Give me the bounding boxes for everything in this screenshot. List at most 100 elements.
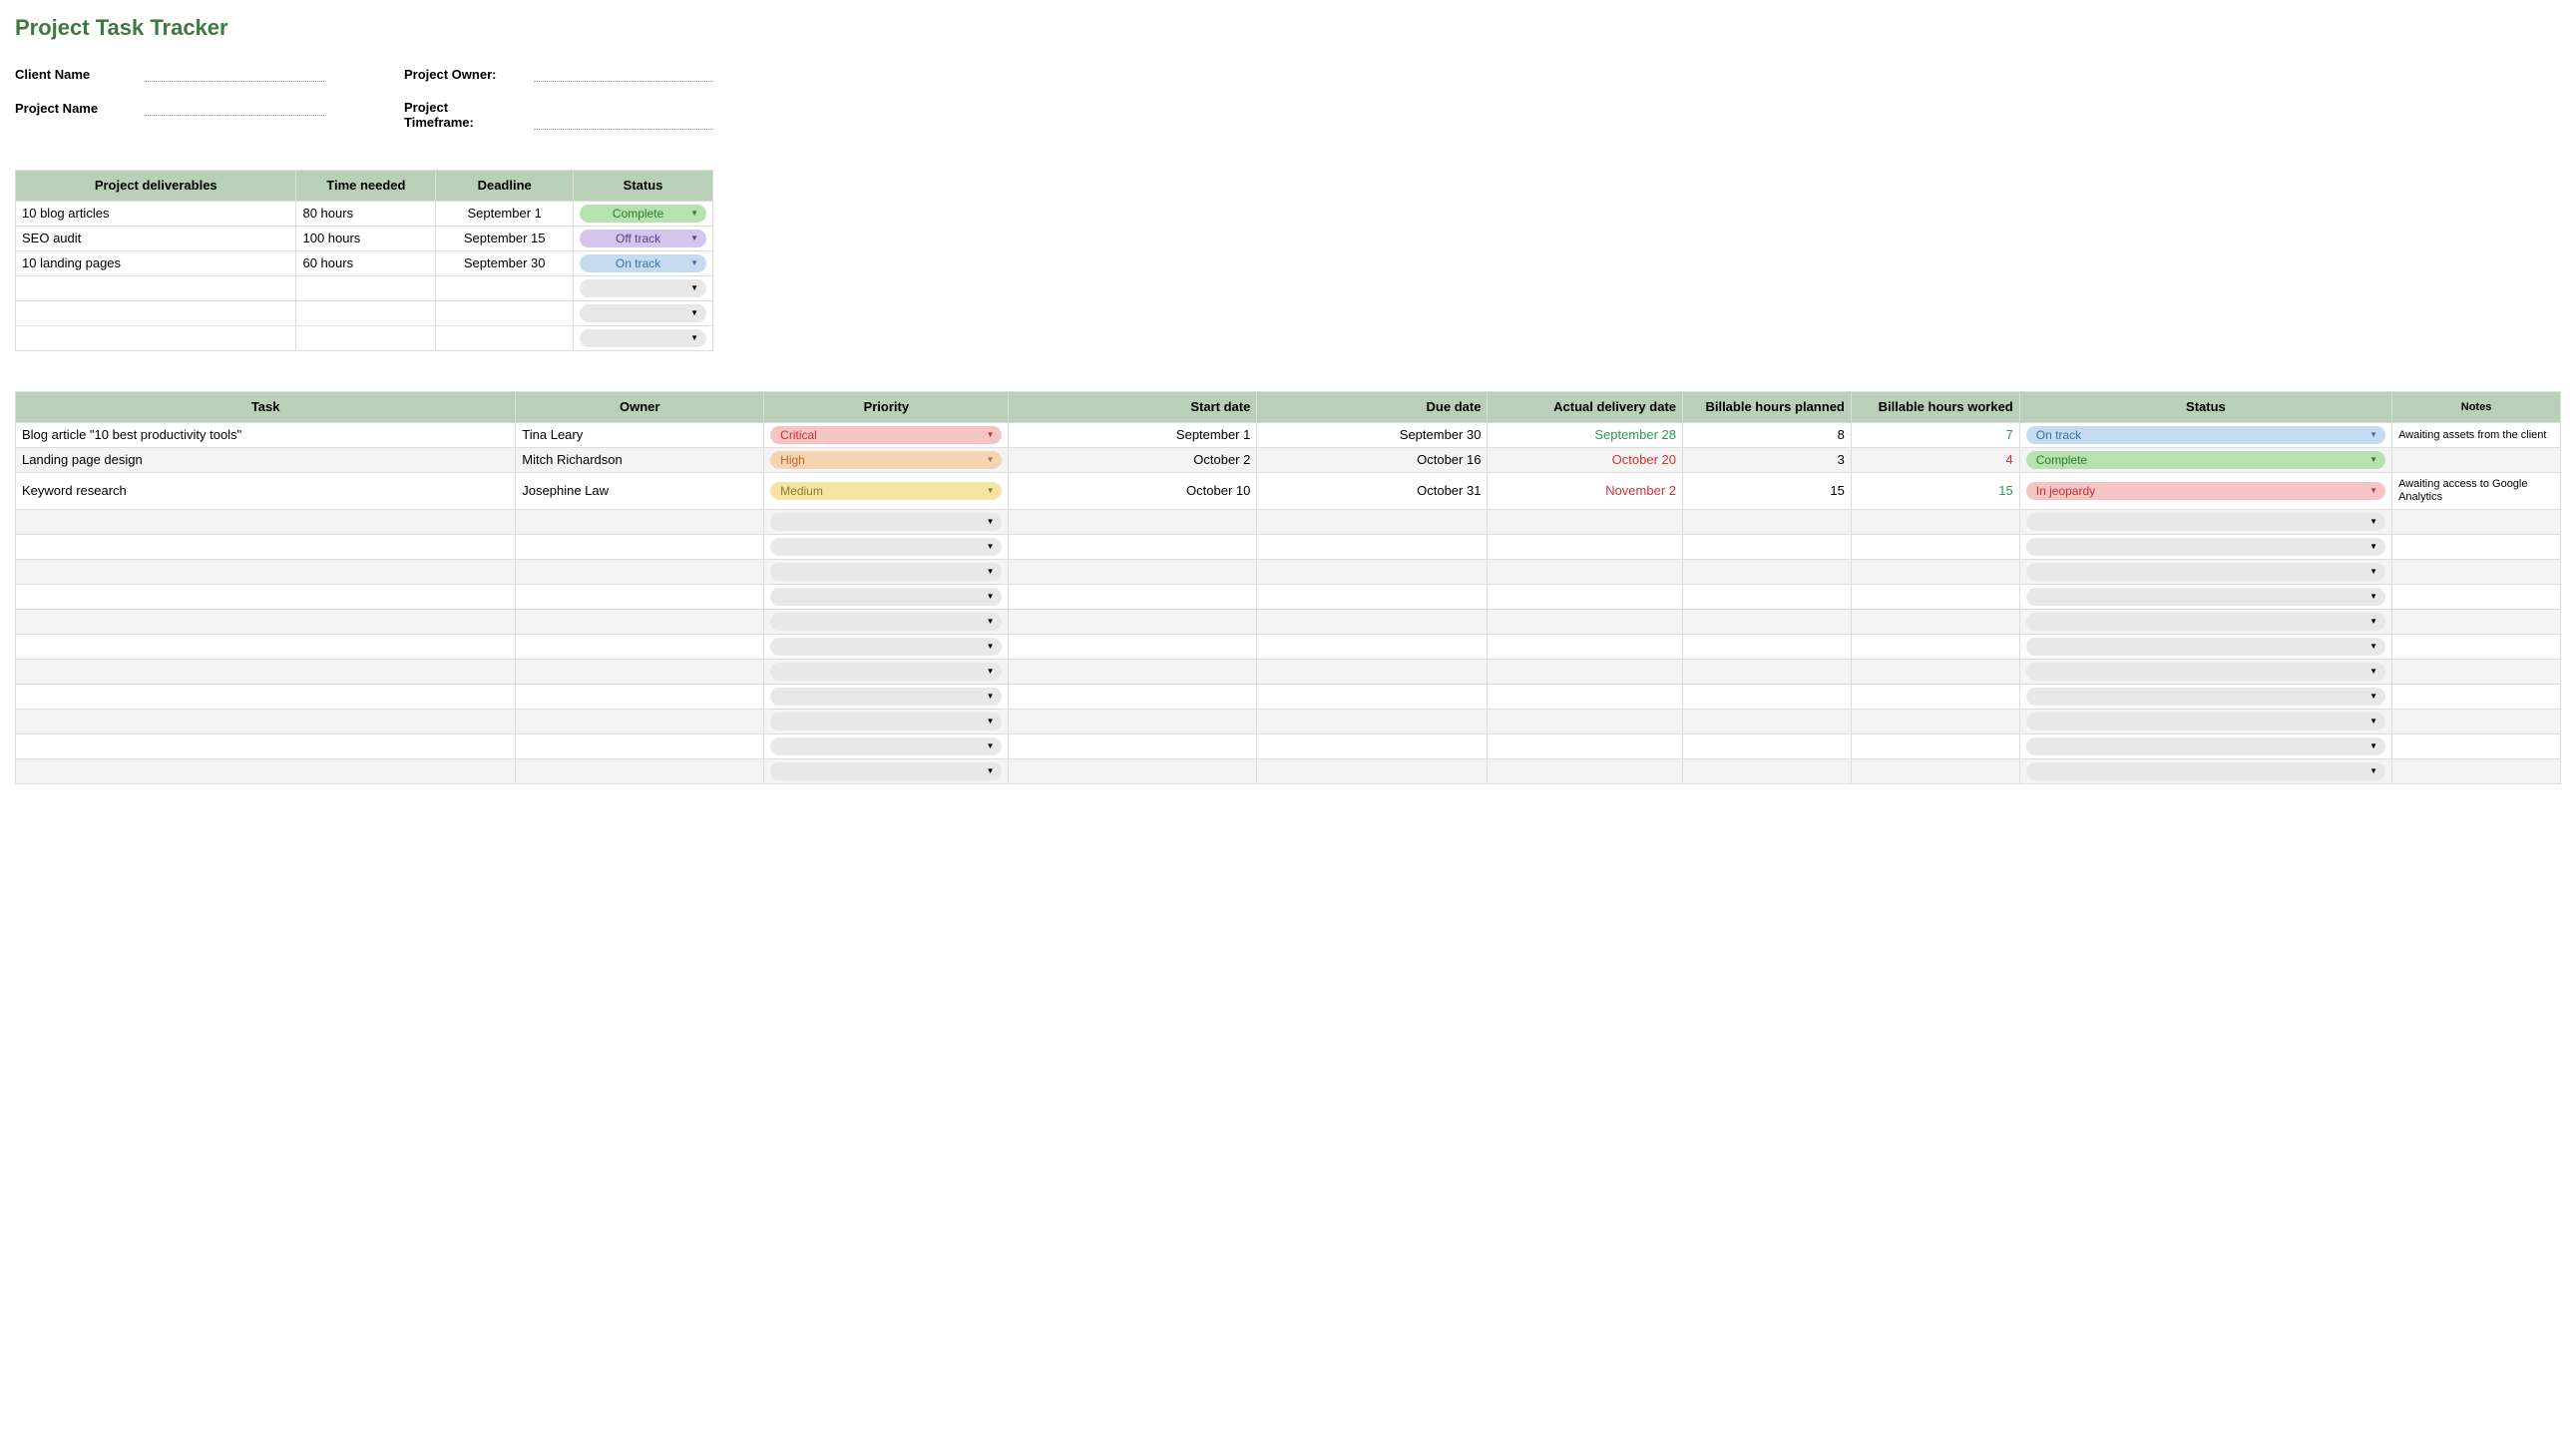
task-status-dropdown[interactable]: ▼	[2026, 737, 2385, 755]
cell-worked[interactable]	[1851, 734, 2019, 759]
cell-due[interactable]: October 16	[1257, 448, 1488, 473]
cell-actual[interactable]	[1488, 510, 1683, 535]
cell-owner[interactable]	[516, 610, 764, 635]
cell-actual[interactable]	[1488, 635, 1683, 660]
project-timeframe-input[interactable]	[534, 114, 713, 130]
cell-owner[interactable]	[516, 510, 764, 535]
cell-due[interactable]	[1257, 660, 1488, 685]
cell-due[interactable]	[1257, 734, 1488, 759]
cell-worked[interactable]	[1851, 535, 2019, 560]
cell-planned[interactable]: 8	[1683, 423, 1852, 448]
cell-due[interactable]	[1257, 710, 1488, 734]
cell-worked[interactable]	[1851, 610, 2019, 635]
cell-start[interactable]	[1009, 585, 1257, 610]
cell-worked[interactable]	[1851, 560, 2019, 585]
cell-notes[interactable]	[2392, 535, 2561, 560]
cell-planned[interactable]	[1683, 710, 1852, 734]
task-status-dropdown[interactable]: ▼	[2026, 613, 2385, 631]
cell-owner[interactable]	[516, 635, 764, 660]
task-status-dropdown[interactable]: Complete ▼	[2026, 451, 2385, 469]
priority-dropdown[interactable]: ▼	[770, 513, 1002, 531]
cell-actual[interactable]: September 28	[1488, 423, 1683, 448]
cell-time[interactable]: 100 hours	[296, 227, 436, 251]
cell-worked[interactable]	[1851, 635, 2019, 660]
cell-deliverable[interactable]: 10 landing pages	[16, 251, 296, 276]
priority-dropdown[interactable]: ▼	[770, 737, 1002, 755]
task-status-dropdown[interactable]: In jeopardy ▼	[2026, 482, 2385, 500]
cell-task[interactable]	[16, 585, 516, 610]
cell-time[interactable]: 60 hours	[296, 251, 436, 276]
task-status-dropdown[interactable]: ▼	[2026, 538, 2385, 556]
cell-time[interactable]: 80 hours	[296, 202, 436, 227]
cell-deliverable[interactable]: SEO audit	[16, 227, 296, 251]
status-dropdown[interactable]: Complete ▼	[580, 205, 706, 223]
cell-notes[interactable]	[2392, 585, 2561, 610]
task-status-dropdown[interactable]: ▼	[2026, 513, 2385, 531]
cell-time[interactable]	[296, 326, 436, 351]
project-owner-input[interactable]	[534, 66, 713, 82]
cell-planned[interactable]	[1683, 510, 1852, 535]
cell-owner[interactable]	[516, 535, 764, 560]
cell-worked[interactable]: 15	[1851, 473, 2019, 510]
cell-notes[interactable]: Awaiting access to Google Analytics	[2392, 473, 2561, 510]
task-status-dropdown[interactable]: ▼	[2026, 688, 2385, 706]
task-status-dropdown[interactable]: ▼	[2026, 563, 2385, 581]
cell-owner[interactable]	[516, 560, 764, 585]
cell-notes[interactable]	[2392, 635, 2561, 660]
cell-start[interactable]	[1009, 759, 1257, 784]
cell-start[interactable]	[1009, 560, 1257, 585]
cell-planned[interactable]	[1683, 685, 1852, 710]
cell-task[interactable]: Blog article "10 best productivity tools…	[16, 423, 516, 448]
cell-time[interactable]	[296, 276, 436, 301]
cell-planned[interactable]	[1683, 660, 1852, 685]
cell-worked[interactable]	[1851, 685, 2019, 710]
cell-owner[interactable]	[516, 759, 764, 784]
cell-notes[interactable]	[2392, 510, 2561, 535]
cell-worked[interactable]	[1851, 660, 2019, 685]
cell-planned[interactable]	[1683, 560, 1852, 585]
cell-start[interactable]	[1009, 610, 1257, 635]
cell-worked[interactable]	[1851, 759, 2019, 784]
cell-notes[interactable]	[2392, 759, 2561, 784]
cell-due[interactable]	[1257, 759, 1488, 784]
cell-start[interactable]	[1009, 710, 1257, 734]
cell-task[interactable]	[16, 734, 516, 759]
cell-owner[interactable]	[516, 660, 764, 685]
cell-task[interactable]	[16, 610, 516, 635]
cell-actual[interactable]	[1488, 710, 1683, 734]
cell-worked[interactable]	[1851, 585, 2019, 610]
cell-owner[interactable]	[516, 585, 764, 610]
cell-notes[interactable]	[2392, 448, 2561, 473]
task-status-dropdown[interactable]: ▼	[2026, 638, 2385, 656]
cell-deadline[interactable]	[436, 276, 574, 301]
cell-actual[interactable]	[1488, 610, 1683, 635]
cell-actual[interactable]	[1488, 660, 1683, 685]
cell-task[interactable]	[16, 535, 516, 560]
cell-owner[interactable]	[516, 734, 764, 759]
cell-task[interactable]	[16, 759, 516, 784]
cell-start[interactable]	[1009, 734, 1257, 759]
cell-worked[interactable]: 7	[1851, 423, 2019, 448]
priority-dropdown[interactable]: ▼	[770, 663, 1002, 681]
cell-start[interactable]: October 2	[1009, 448, 1257, 473]
cell-task[interactable]: Keyword research	[16, 473, 516, 510]
cell-task[interactable]: Landing page design	[16, 448, 516, 473]
cell-owner[interactable]: Josephine Law	[516, 473, 764, 510]
cell-planned[interactable]	[1683, 585, 1852, 610]
task-status-dropdown[interactable]: ▼	[2026, 663, 2385, 681]
cell-worked[interactable]	[1851, 510, 2019, 535]
priority-dropdown[interactable]: High ▼	[770, 451, 1002, 469]
priority-dropdown[interactable]: ▼	[770, 638, 1002, 656]
status-dropdown[interactable]: ▼	[580, 329, 706, 347]
cell-start[interactable]	[1009, 660, 1257, 685]
cell-notes[interactable]	[2392, 610, 2561, 635]
cell-start[interactable]: October 10	[1009, 473, 1257, 510]
cell-deadline[interactable]	[436, 326, 574, 351]
cell-deliverable[interactable]	[16, 301, 296, 326]
cell-notes[interactable]	[2392, 685, 2561, 710]
cell-notes[interactable]	[2392, 560, 2561, 585]
cell-deliverable[interactable]	[16, 276, 296, 301]
cell-planned[interactable]	[1683, 759, 1852, 784]
cell-actual[interactable]: October 20	[1488, 448, 1683, 473]
cell-planned[interactable]: 15	[1683, 473, 1852, 510]
